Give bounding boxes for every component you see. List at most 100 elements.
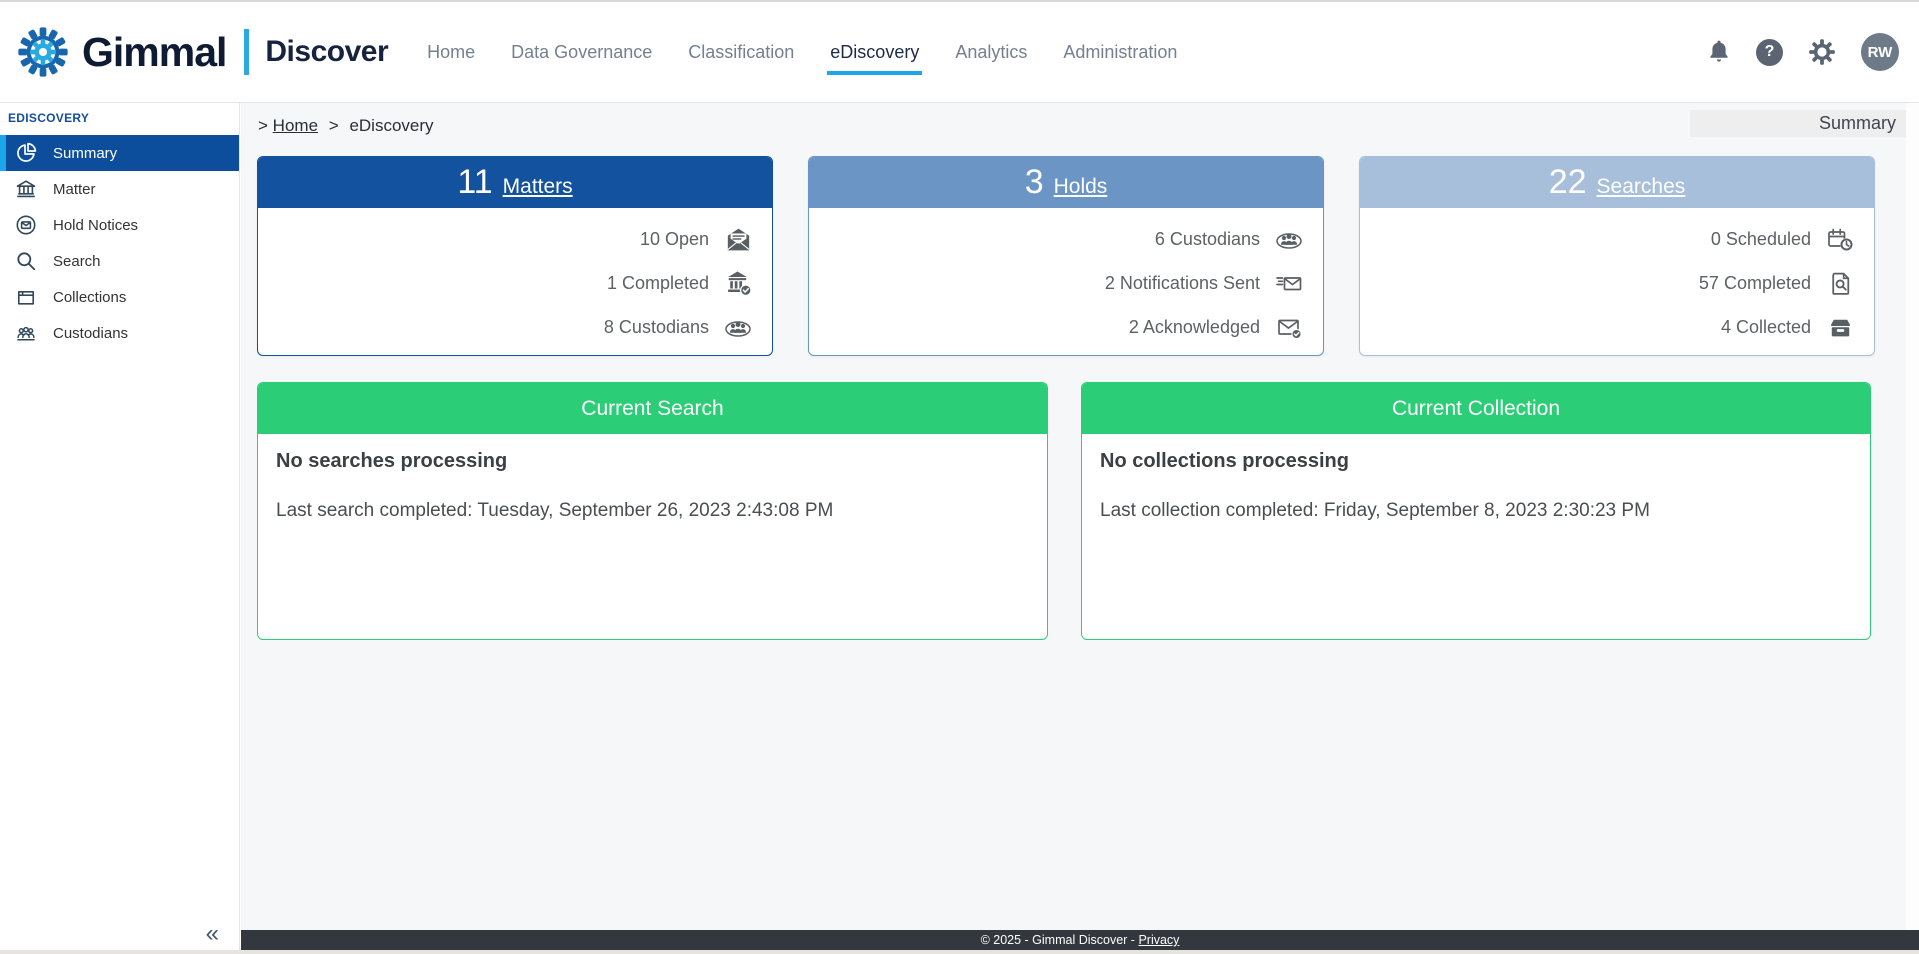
gimmal-gear-logo-icon [14, 23, 72, 81]
stat-text: 4 Collected [1721, 317, 1811, 338]
nav-data-governance[interactable]: Data Governance [510, 34, 653, 71]
bank-icon [14, 177, 38, 201]
searches-card-body: 0 Scheduled [1360, 208, 1874, 349]
scrollbar-gutter [1906, 103, 1919, 930]
sidebar-item-label: Search [53, 253, 101, 270]
stat-text: 1 Completed [607, 273, 709, 294]
page-title: Summary [1690, 110, 1906, 137]
stat-text: 0 Scheduled [1711, 229, 1811, 250]
stat-row-completed: 57 Completed [1380, 261, 1854, 305]
current-collection-body: No collections processing Last collectio… [1082, 434, 1870, 538]
searches-card: 22 Searches 0 Scheduled [1359, 156, 1875, 356]
custodian-group-icon [724, 313, 752, 341]
document-search-icon [1826, 269, 1854, 297]
stat-row-completed: 1 Completed [278, 261, 752, 305]
stat-row-custodians: 8 Custodians [278, 305, 752, 349]
sidebar-item-hold-notices[interactable]: Hold Notices [0, 207, 239, 243]
footer-copyright: © 2025 - Gimmal Discover - [981, 933, 1135, 947]
sidebar-section-label: EDISCOVERY [8, 111, 239, 125]
stat-row-open: 10 Open [278, 217, 752, 261]
nav-administration[interactable]: Administration [1062, 34, 1178, 71]
privacy-link[interactable]: Privacy [1138, 933, 1179, 947]
sidebar-item-label: Hold Notices [53, 217, 138, 234]
searches-link[interactable]: Searches [1597, 175, 1686, 199]
stat-cards-row: 11 Matters 10 Open [257, 156, 1875, 356]
open-mail-icon [724, 225, 752, 253]
sidebar-item-matter[interactable]: Matter [0, 171, 239, 207]
holds-card: 3 Holds 6 Custodians [808, 156, 1324, 356]
holds-card-header: 3 Holds [809, 157, 1323, 208]
breadcrumb-separator: > [329, 116, 339, 135]
current-search-message: No searches processing [276, 450, 1029, 473]
current-search-detail: Last search completed: Tuesday, Septembe… [276, 500, 1029, 522]
current-collection-message: No collections processing [1100, 450, 1852, 473]
pie-chart-icon [14, 141, 38, 165]
stat-row-collected: 4 Collected [1380, 305, 1854, 349]
mail-check-icon [1275, 313, 1303, 341]
box-icon [14, 285, 38, 309]
current-search-body: No searches processing Last search compl… [258, 434, 1047, 538]
current-search-header: Current Search [258, 383, 1047, 434]
sidebar-item-label: Matter [53, 181, 96, 198]
nav-home[interactable]: Home [426, 34, 476, 71]
holds-link[interactable]: Holds [1054, 175, 1108, 199]
archive-box-icon [1826, 313, 1854, 341]
sidebar-item-search[interactable]: Search [0, 243, 239, 279]
calendar-clock-icon [1826, 225, 1854, 253]
searches-card-header: 22 Searches [1360, 157, 1874, 208]
main-content: > Home > eDiscovery Summary 11 Matters 1… [241, 103, 1919, 950]
nav-ediscovery[interactable]: eDiscovery [829, 34, 920, 71]
stat-row-notifications-sent: 2 Notifications Sent [829, 261, 1303, 305]
status-cards-row: Current Search No searches processing La… [257, 382, 1871, 640]
app-window: Gimmal Discover Home Data Governance Cla… [0, 0, 1919, 954]
bank-check-icon [724, 269, 752, 297]
top-bar: Gimmal Discover Home Data Governance Cla… [0, 2, 1919, 103]
stat-text: 2 Notifications Sent [1105, 273, 1260, 294]
help-icon: ? [1756, 39, 1783, 66]
main-nav: Home Data Governance Classification eDis… [426, 2, 1178, 102]
holds-card-body: 6 Custodians [809, 208, 1323, 349]
stat-text: 10 Open [640, 229, 709, 250]
people-icon [14, 321, 38, 345]
matters-card: 11 Matters 10 Open [257, 156, 773, 356]
searches-count: 22 [1549, 164, 1587, 201]
sidebar-collapse-button[interactable]: « [206, 922, 219, 946]
product-name: Discover [265, 35, 388, 69]
stat-text: 6 Custodians [1155, 229, 1260, 250]
current-search-card: Current Search No searches processing La… [257, 382, 1048, 640]
bell-icon [1707, 39, 1731, 65]
breadcrumb: > Home > eDiscovery [258, 116, 434, 136]
sidebar: EDISCOVERY Summary Matter [0, 103, 240, 950]
window-bottom-edge [0, 950, 1919, 954]
sidebar-item-label: Custodians [53, 325, 128, 342]
notifications-button[interactable] [1707, 39, 1731, 65]
matters-link[interactable]: Matters [503, 175, 573, 199]
stat-text: 57 Completed [1699, 273, 1811, 294]
sidebar-item-summary[interactable]: Summary [0, 135, 239, 171]
breadcrumb-current: eDiscovery [349, 116, 433, 135]
user-avatar[interactable]: RW [1861, 33, 1899, 71]
sidebar-item-label: Collections [53, 289, 126, 306]
breadcrumb-home-link[interactable]: Home [273, 116, 318, 135]
footer-bar: © 2025 - Gimmal Discover - Privacy [241, 930, 1919, 950]
sidebar-item-custodians[interactable]: Custodians [0, 315, 239, 351]
help-button[interactable]: ? [1756, 39, 1783, 66]
send-mail-icon [1275, 269, 1303, 297]
gear-icon [1808, 38, 1836, 66]
brand-divider [244, 29, 249, 75]
stat-text: 8 Custodians [604, 317, 709, 338]
matters-count: 11 [457, 164, 492, 201]
brand-logo[interactable]: Gimmal Discover [14, 23, 388, 81]
matters-card-header: 11 Matters [258, 157, 772, 208]
nav-classification[interactable]: Classification [687, 34, 795, 71]
brand-name: Gimmal [82, 29, 226, 76]
stat-row-acknowledged: 2 Acknowledged [829, 305, 1303, 349]
stat-row-scheduled: 0 Scheduled [1380, 217, 1854, 261]
nav-analytics[interactable]: Analytics [954, 34, 1028, 71]
topbar-actions: ? RW [1707, 33, 1899, 71]
settings-button[interactable] [1808, 38, 1836, 66]
stat-text: 2 Acknowledged [1129, 317, 1260, 338]
sidebar-item-collections[interactable]: Collections [0, 279, 239, 315]
magnifier-icon [14, 249, 38, 273]
holds-count: 3 [1025, 164, 1044, 201]
